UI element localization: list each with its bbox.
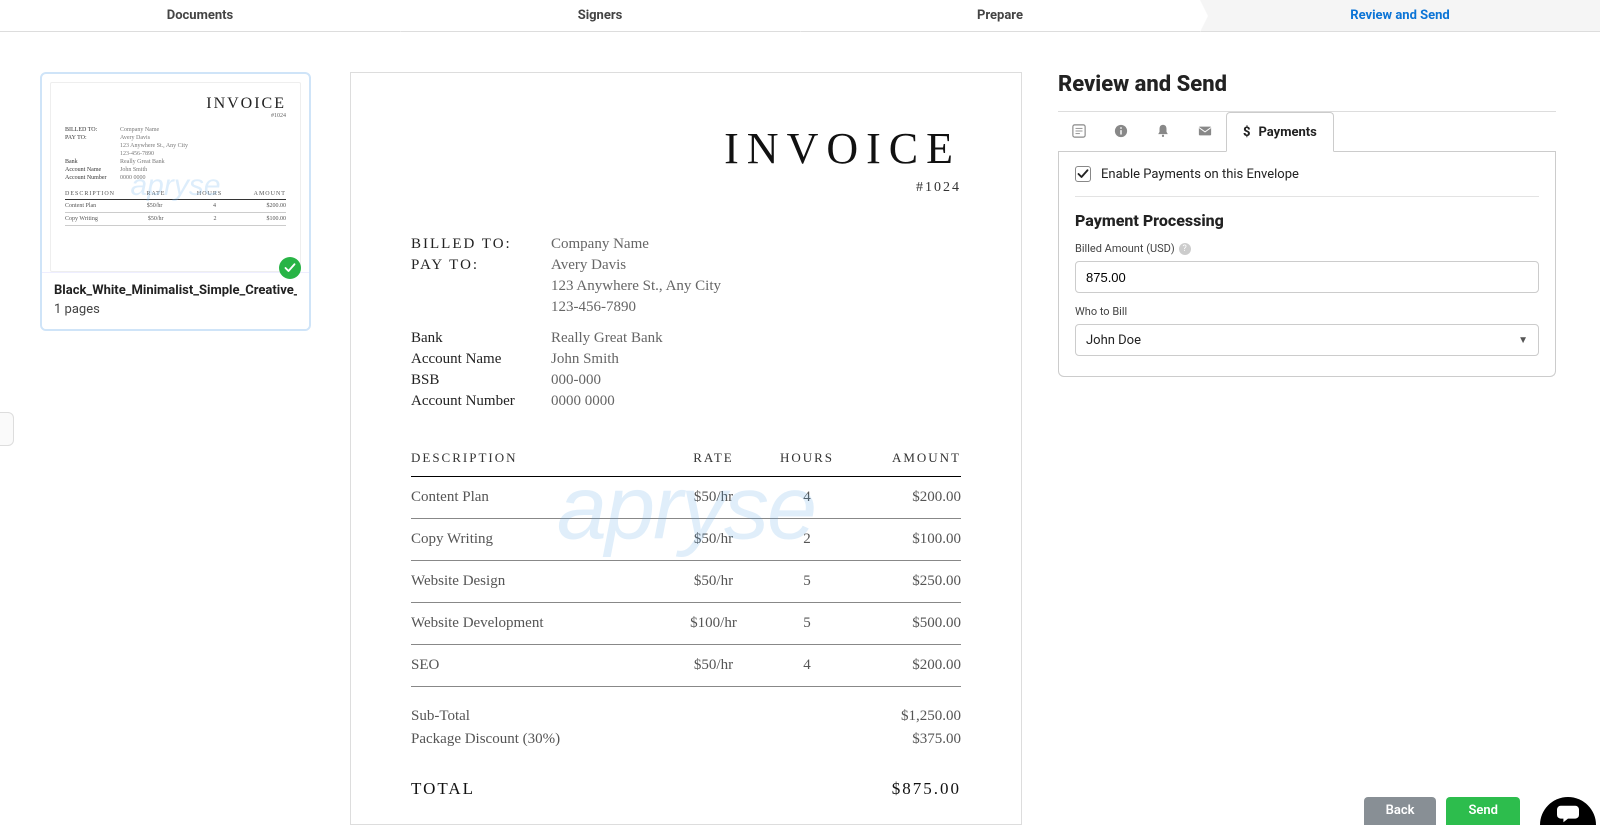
enable-payments-label: Enable Payments on this Envelope — [1101, 167, 1299, 182]
chevron-down-icon: ▼ — [1518, 335, 1528, 346]
document-preview: INVOICE #1024 BILLED TO:Company Name PAY… — [350, 72, 1022, 825]
document-thumbnail[interactable]: INVOICE #1024 BILLED TO:Company Name PAY… — [40, 72, 311, 331]
info-icon[interactable] — [1100, 111, 1142, 151]
table-row: Website Development$100/hr5$500.00 — [411, 603, 961, 645]
invoice-table: DESCRIPTION RATE HOURS AMOUNT Content Pl… — [411, 450, 961, 687]
payments-panel: Enable Payments on this Envelope Payment… — [1058, 152, 1556, 377]
payment-processing-heading: Payment Processing — [1075, 211, 1539, 230]
sidebar-collapse-handle[interactable] — [0, 412, 14, 446]
send-button[interactable]: Send — [1446, 797, 1520, 825]
bell-icon[interactable] — [1142, 111, 1184, 151]
chat-widget-icon[interactable] — [1540, 797, 1596, 825]
who-to-bill-select[interactable]: John Doe ▼ — [1075, 324, 1539, 356]
tab-signers[interactable]: Signers — [400, 0, 800, 31]
table-row: SEO$50/hr4$200.00 — [411, 645, 961, 687]
invoice-number: #1024 — [411, 180, 961, 196]
billed-amount-input[interactable] — [1075, 261, 1539, 293]
table-row: Website Design$50/hr5$250.00 — [411, 561, 961, 603]
tab-prepare[interactable]: Prepare — [800, 0, 1200, 31]
billed-amount-label: Billed Amount (USD)? — [1075, 242, 1539, 255]
thumb-invoice-number: #1024 — [65, 113, 286, 119]
tab-documents[interactable]: Documents — [0, 0, 400, 31]
invoice-title: INVOICE — [411, 123, 961, 174]
check-circle-icon — [279, 257, 301, 279]
thumbnail-pagecount: 1 pages — [54, 302, 297, 317]
dollar-icon: $ — [1243, 125, 1251, 140]
review-tabs: $Payments — [1058, 111, 1556, 152]
wizard-tabs: Documents Signers Prepare Review and Sen… — [0, 0, 1600, 32]
back-button[interactable]: Back — [1364, 797, 1437, 825]
tab-review-send[interactable]: Review and Send — [1200, 0, 1600, 31]
details-icon[interactable] — [1058, 111, 1100, 151]
mail-icon[interactable] — [1184, 111, 1226, 151]
table-row: Content Plan$50/hr4$200.00 — [411, 477, 961, 519]
thumbnail-filename: Black_White_Minimalist_Simple_Creative_ — [54, 283, 297, 298]
table-row: Copy Writing$50/hr2$100.00 — [411, 519, 961, 561]
who-to-bill-label: Who to Bill — [1075, 305, 1539, 318]
panel-title: Review and Send — [1058, 72, 1556, 112]
help-icon[interactable]: ? — [1179, 243, 1191, 255]
enable-payments-checkbox[interactable] — [1075, 166, 1091, 182]
payments-tab[interactable]: $Payments — [1226, 112, 1334, 152]
thumb-invoice-title: INVOICE — [65, 95, 286, 113]
